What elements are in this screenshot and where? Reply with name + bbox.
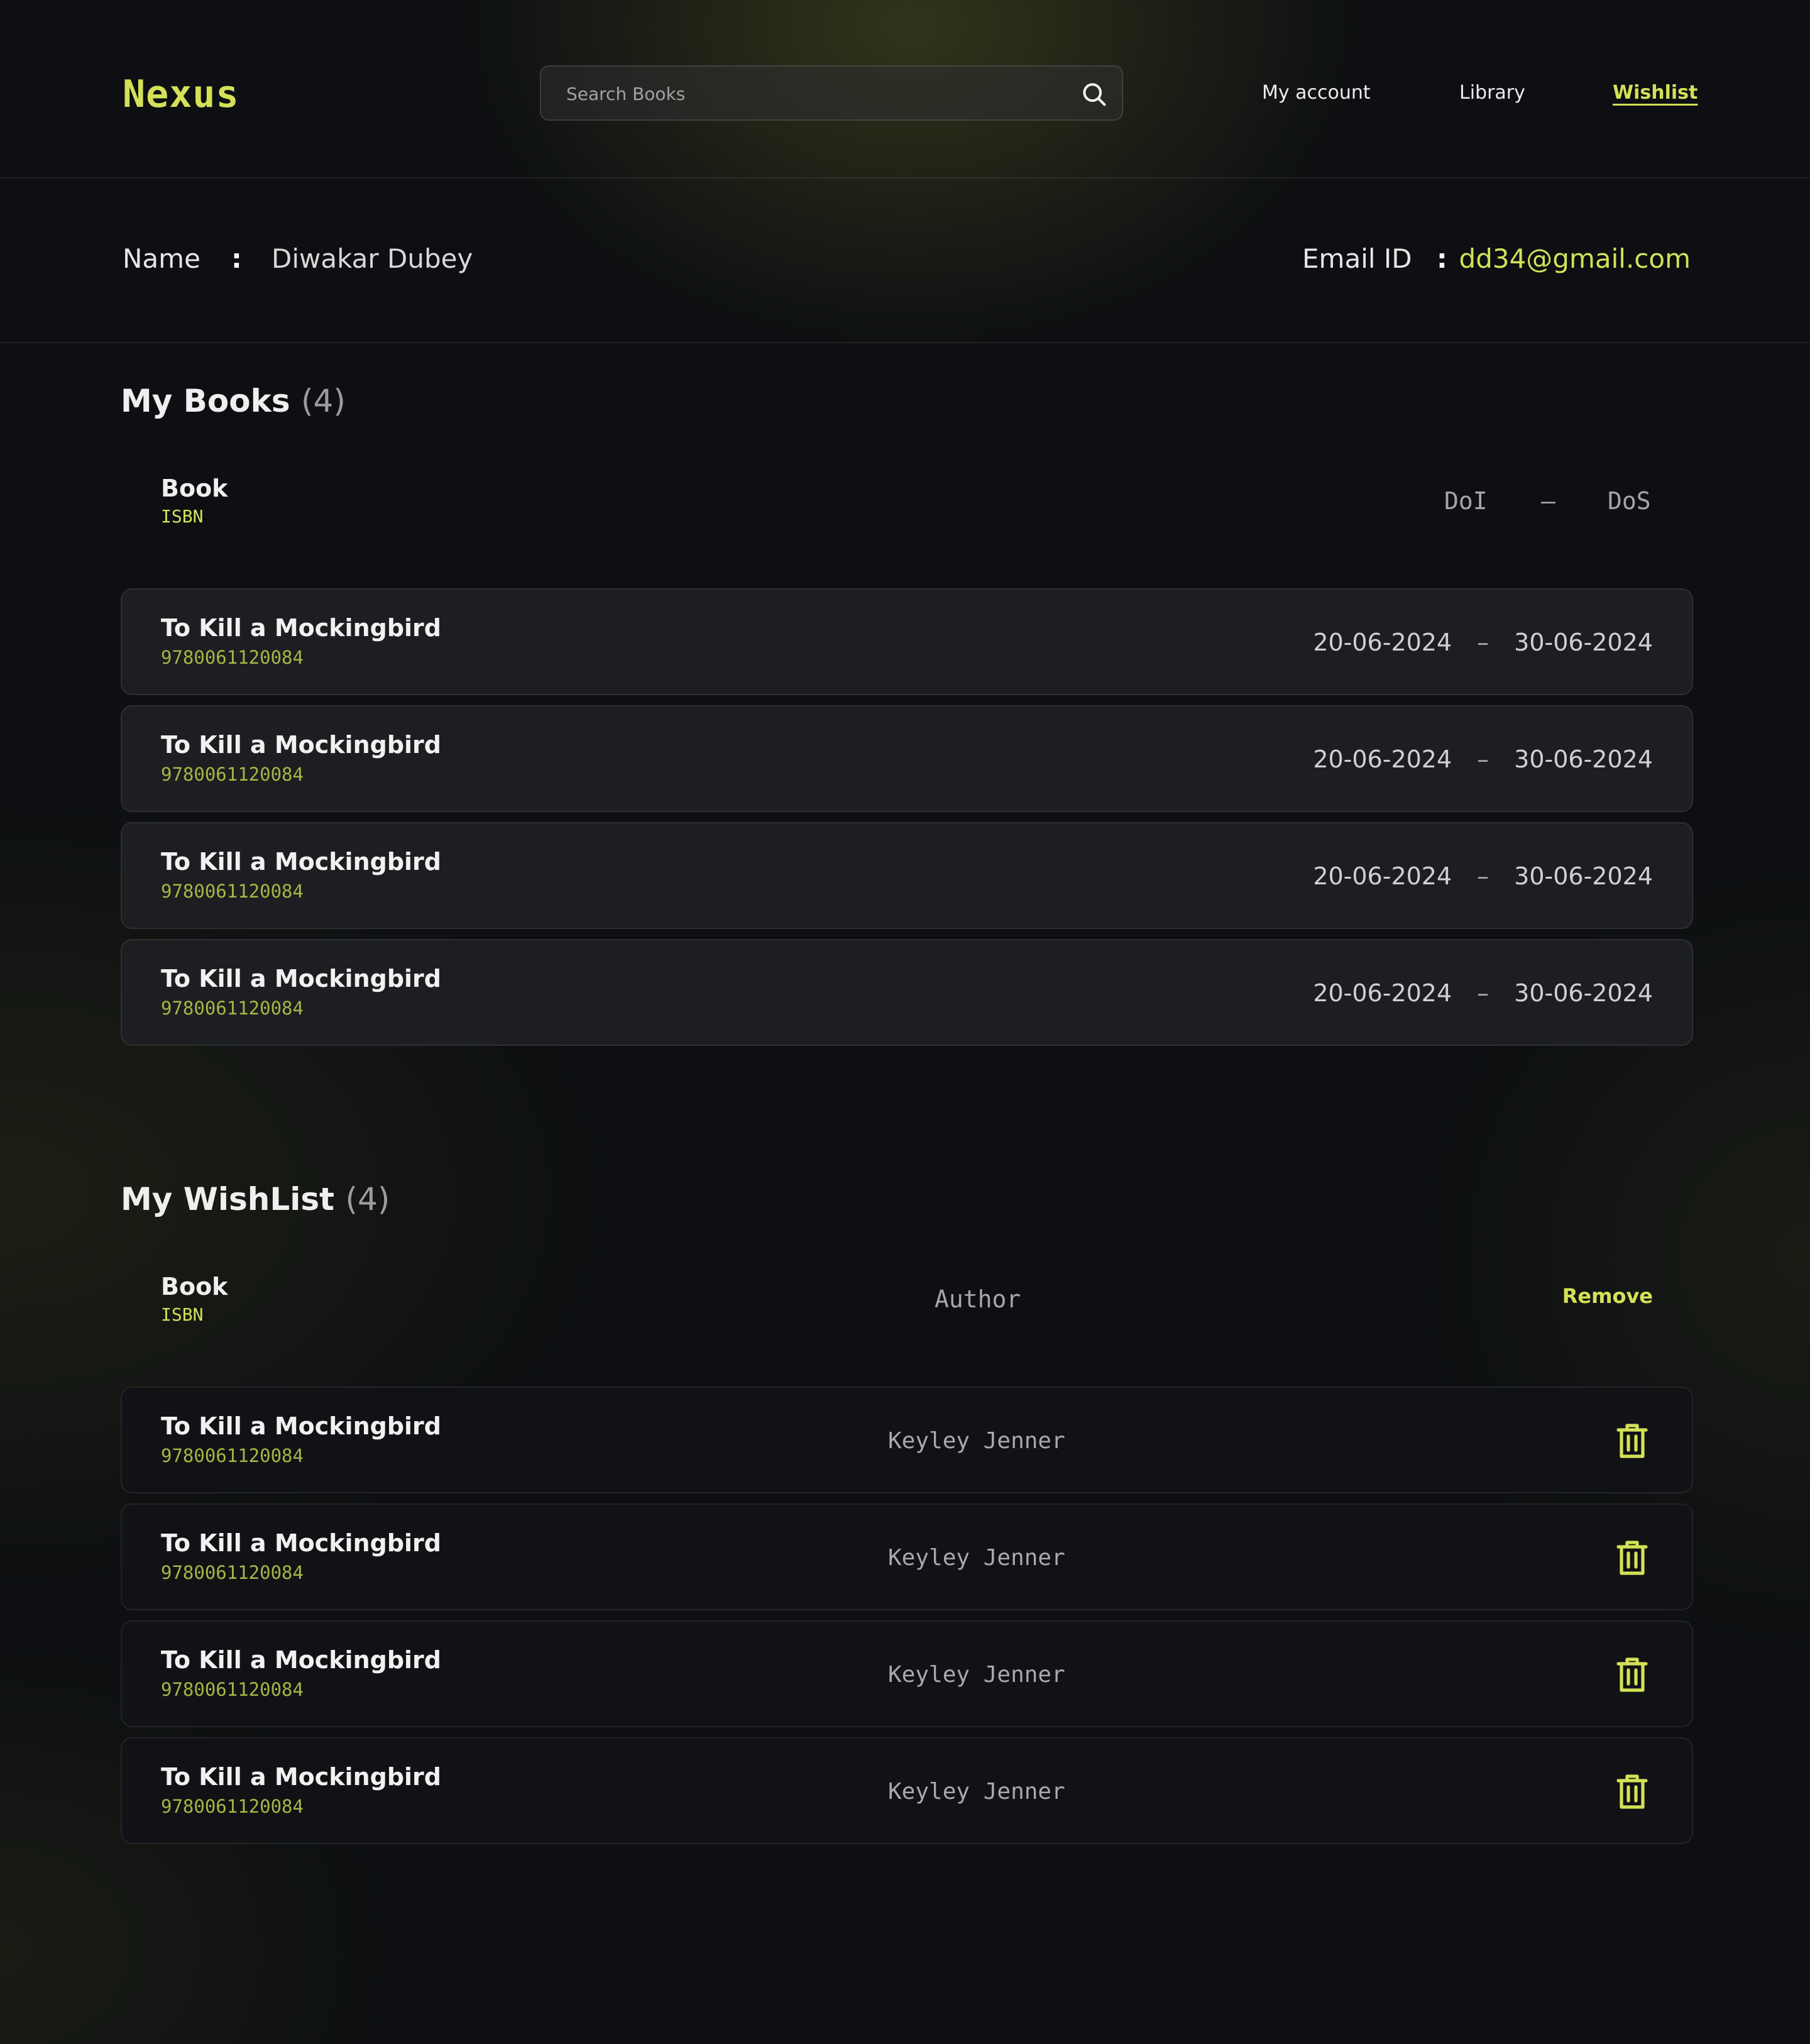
- book-row[interactable]: To Kill a Mockingbird 9780061120084 20-0…: [121, 939, 1693, 1046]
- search-icon[interactable]: [1078, 78, 1111, 111]
- submission-date: 30-06-2024: [1514, 862, 1653, 890]
- book-isbn: 9780061120084: [161, 881, 304, 902]
- book-author: Keyley Jenner: [888, 1428, 1065, 1454]
- book-isbn: 9780061120084: [161, 997, 304, 1019]
- trash-icon[interactable]: [1610, 1419, 1654, 1463]
- book-row[interactable]: To Kill a Mockingbird 9780061120084 20-0…: [121, 822, 1693, 929]
- book-isbn: 9780061120084: [161, 1445, 304, 1466]
- wishlist-row[interactable]: To Kill a Mockingbird 9780061120084 Keyl…: [121, 1503, 1693, 1610]
- author-column-header: Author: [935, 1285, 1021, 1313]
- book-title: To Kill a Mockingbird: [161, 1763, 441, 1791]
- trash-icon[interactable]: [1610, 1536, 1654, 1580]
- book-column-header: Book: [161, 475, 228, 502]
- issue-date: 20-06-2024: [1313, 979, 1452, 1007]
- book-isbn: 9780061120084: [161, 1562, 304, 1583]
- wishlist-title-text: My WishList: [121, 1181, 335, 1217]
- my-books-title-text: My Books: [121, 383, 290, 419]
- book-title: To Kill a Mockingbird: [161, 848, 441, 876]
- date-dash: –: [1477, 745, 1489, 773]
- wishlist-row[interactable]: To Kill a Mockingbird 9780061120084 Keyl…: [121, 1387, 1693, 1493]
- book-row[interactable]: To Kill a Mockingbird 9780061120084 20-0…: [121, 705, 1693, 812]
- book-author: Keyley Jenner: [888, 1779, 1065, 1805]
- wishlist-row[interactable]: To Kill a Mockingbird 9780061120084 Keyl…: [121, 1737, 1693, 1844]
- name-separator: :: [231, 243, 242, 274]
- book-dates: 20-06-2024–30-06-2024: [1313, 627, 1653, 657]
- book-isbn: 9780061120084: [161, 1796, 304, 1817]
- nav-library[interactable]: Library: [1459, 80, 1525, 106]
- isbn-column-header: ISBN: [161, 506, 204, 527]
- date-dash: –: [1477, 629, 1489, 656]
- date-separator-header: –: [1541, 487, 1555, 515]
- dos-column-header: DoS: [1608, 487, 1651, 515]
- date-dash: –: [1477, 979, 1489, 1007]
- profile-info: Name : Diwakar Dubey Email ID : dd34@gma…: [0, 179, 1810, 343]
- name-value: Diwakar Dubey: [272, 243, 473, 274]
- issue-date: 20-06-2024: [1313, 629, 1452, 656]
- wishlist-title: My WishList (4): [121, 1179, 390, 1219]
- book-isbn: 9780061120084: [161, 647, 304, 668]
- wishlist-row[interactable]: To Kill a Mockingbird 9780061120084 Keyl…: [121, 1620, 1693, 1727]
- wishlist-count: (4): [345, 1181, 390, 1217]
- book-title: To Kill a Mockingbird: [161, 1412, 441, 1440]
- search-bar: [540, 65, 1123, 121]
- trash-icon[interactable]: [1610, 1770, 1654, 1814]
- book-title: To Kill a Mockingbird: [161, 614, 441, 642]
- book-author: Keyley Jenner: [888, 1662, 1065, 1688]
- isbn-column-header: ISBN: [161, 1304, 204, 1325]
- email-separator: :: [1437, 243, 1447, 274]
- my-books-title: My Books (4): [121, 381, 346, 421]
- date-dash: –: [1477, 862, 1489, 890]
- my-books-count: (4): [301, 383, 346, 419]
- name-label: Name: [123, 243, 200, 274]
- email-value[interactable]: dd34@gmail.com: [1459, 241, 1691, 277]
- book-dates: 20-06-2024–30-06-2024: [1313, 861, 1653, 891]
- book-title: To Kill a Mockingbird: [161, 1646, 441, 1674]
- book-author: Keyley Jenner: [888, 1545, 1065, 1571]
- submission-date: 30-06-2024: [1514, 629, 1653, 656]
- remove-column-header: Remove: [1562, 1284, 1653, 1308]
- book-title: To Kill a Mockingbird: [161, 1529, 441, 1557]
- top-navbar: Nexus My account Library Wishlist: [0, 0, 1810, 179]
- book-title: To Kill a Mockingbird: [161, 731, 441, 759]
- issue-date: 20-06-2024: [1313, 745, 1452, 773]
- submission-date: 30-06-2024: [1514, 979, 1653, 1007]
- trash-icon[interactable]: [1610, 1653, 1654, 1697]
- nexus-logo[interactable]: Nexus: [123, 70, 239, 118]
- issue-date: 20-06-2024: [1313, 862, 1452, 890]
- search-input[interactable]: [565, 67, 1058, 121]
- book-isbn: 9780061120084: [161, 1679, 304, 1700]
- submission-date: 30-06-2024: [1514, 745, 1653, 773]
- book-row[interactable]: To Kill a Mockingbird 9780061120084 20-0…: [121, 588, 1693, 695]
- nav-wishlist[interactable]: Wishlist: [1613, 80, 1698, 106]
- book-title: To Kill a Mockingbird: [161, 965, 441, 992]
- book-dates: 20-06-2024–30-06-2024: [1313, 744, 1653, 774]
- doi-column-header: DoI: [1444, 487, 1488, 515]
- book-dates: 20-06-2024–30-06-2024: [1313, 978, 1653, 1008]
- email-label: Email ID: [1302, 243, 1412, 274]
- book-column-header: Book: [161, 1273, 228, 1300]
- book-isbn: 9780061120084: [161, 764, 304, 785]
- nav-my-account[interactable]: My account: [1262, 80, 1371, 106]
